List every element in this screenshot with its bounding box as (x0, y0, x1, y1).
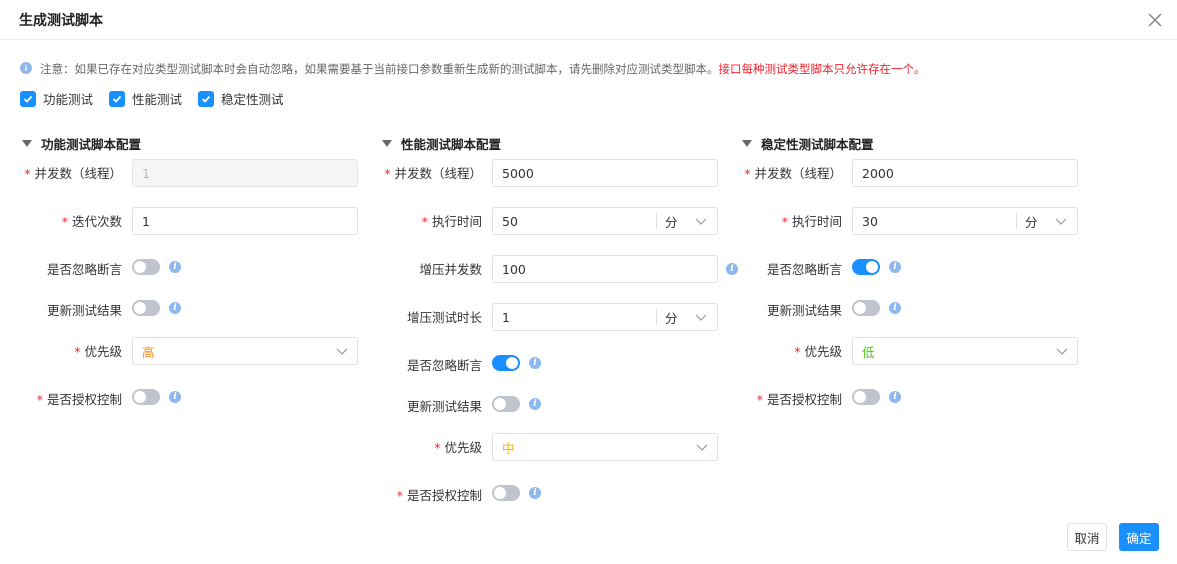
label-iterations: * 迭代次数 (61, 214, 122, 229)
checkbox-checked-icon (198, 90, 215, 107)
help-icon[interactable]: i (169, 302, 181, 314)
test-type-checkboxes: 功能测试 性能测试 稳定性测试 (20, 89, 300, 108)
label-auth: * 是否授权控制 (756, 392, 842, 407)
label-ignore-assert: 是否忽略断言 (766, 262, 842, 277)
func-concurrency-input[interactable]: 1 (132, 159, 358, 187)
perf-duration-input[interactable]: 50 分 (492, 207, 718, 235)
notice-bar: 注意：如果已存在对应类型测试脚本时会自动忽略，如果需要基于当前接口参数重新生成新… (20, 61, 926, 77)
header-divider (0, 39, 1177, 40)
ramp-time-value[interactable]: 1 (493, 310, 656, 325)
help-icon[interactable]: i (889, 302, 901, 314)
checkbox-label: 稳定性测试 (221, 92, 284, 107)
func-priority-select[interactable]: 高 (132, 337, 358, 365)
help-icon[interactable]: i (889, 391, 901, 403)
label-ignore-assert: 是否忽略断言 (46, 262, 122, 277)
help-icon[interactable]: i (529, 357, 541, 369)
help-icon[interactable]: i (889, 261, 901, 273)
label-concurrency: * 并发数（线程） (744, 166, 842, 181)
stab-duration-input[interactable]: 30 分 (852, 207, 1078, 235)
label-priority: * 优先级 (434, 440, 482, 455)
confirm-button[interactable]: 确定 (1119, 523, 1159, 551)
checkbox-label: 功能测试 (43, 92, 94, 107)
stab-ignore-assert-switch[interactable] (852, 259, 880, 275)
func-ignore-assert-switch[interactable] (132, 259, 160, 275)
label-duration: * 执行时间 (421, 214, 482, 229)
perf-ramp-input[interactable]: 100 (492, 255, 718, 283)
label-priority: * 优先级 (794, 344, 842, 359)
label-concurrency: * 并发数（线程） (24, 166, 122, 181)
checkbox-checked-icon (109, 90, 126, 107)
label-priority: * 优先级 (74, 344, 122, 359)
label-update-result: 更新测试结果 (766, 303, 842, 318)
duration-value[interactable]: 50 (493, 214, 656, 229)
stab-priority-select[interactable]: 低 (852, 337, 1078, 365)
duration-unit-select[interactable]: 分 (1017, 212, 1077, 231)
help-icon[interactable]: i (529, 398, 541, 410)
priority-value: 高 (142, 344, 155, 360)
info-icon (20, 61, 32, 77)
unit-label: 分 (665, 310, 678, 326)
label-update-result: 更新测试结果 (406, 399, 482, 414)
help-icon[interactable]: i (169, 261, 181, 273)
chevron-down-icon (696, 440, 708, 455)
cancel-button[interactable]: 取消 (1067, 523, 1107, 551)
notice-text: 注意：如果已存在对应类型测试脚本时会自动忽略，如果需要基于当前接口参数重新生成新… (40, 62, 719, 76)
chevron-down-icon (1055, 214, 1067, 229)
dialog-title: 生成测试脚本 (19, 13, 103, 29)
notice-warning: 接口每种测试类型脚本只允许存在一个。 (718, 62, 926, 76)
label-concurrency: * 并发数（线程） (384, 166, 482, 181)
chevron-down-icon (1056, 344, 1068, 359)
close-icon[interactable] (1145, 10, 1165, 30)
perf-priority-select[interactable]: 中 (492, 433, 718, 461)
perf-auth-switch[interactable] (492, 485, 520, 501)
section-title: 性能测试脚本配置 (401, 137, 502, 152)
section-stability-config[interactable]: 稳定性测试脚本配置 (742, 134, 874, 153)
duration-value[interactable]: 30 (853, 214, 1016, 229)
caret-down-icon (22, 140, 32, 147)
perf-ramp-time-input[interactable]: 1 分 (492, 303, 718, 331)
perf-concurrency-input[interactable]: 5000 (492, 159, 718, 187)
label-ramp-concurrency: 增压并发数 (419, 262, 482, 277)
section-performance-config[interactable]: 性能测试脚本配置 (382, 134, 501, 153)
checkbox-performance-test[interactable]: 性能测试 (109, 89, 182, 108)
func-iterations-input[interactable]: 1 (132, 207, 358, 235)
help-icon[interactable]: i (169, 391, 181, 403)
func-update-result-switch[interactable] (132, 300, 160, 316)
label-auth: * 是否授权控制 (36, 392, 122, 407)
checkbox-checked-icon (20, 90, 36, 107)
caret-down-icon (742, 140, 752, 147)
section-title: 功能测试脚本配置 (41, 137, 142, 152)
perf-update-result-switch[interactable] (492, 396, 520, 412)
stab-auth-switch[interactable] (852, 389, 880, 405)
generate-script-dialog: 生成测试脚本 注意：如果已存在对应类型测试脚本时会自动忽略，如果需要基于当前接口… (0, 0, 1177, 564)
label-ignore-assert: 是否忽略断言 (406, 358, 482, 373)
label-duration: * 执行时间 (781, 214, 842, 229)
checkbox-functional-test[interactable]: 功能测试 (20, 89, 93, 108)
help-icon[interactable]: i (529, 487, 541, 499)
section-functional-config[interactable]: 功能测试脚本配置 (22, 134, 141, 153)
func-auth-switch[interactable] (132, 389, 160, 405)
caret-down-icon (382, 140, 392, 147)
unit-label: 分 (665, 214, 678, 230)
priority-value: 低 (862, 344, 875, 360)
label-update-result: 更新测试结果 (46, 303, 122, 318)
unit-label: 分 (1025, 214, 1038, 230)
label-auth: * 是否授权控制 (396, 488, 482, 503)
stab-concurrency-input[interactable]: 2000 (852, 159, 1078, 187)
priority-value: 中 (502, 440, 515, 456)
perf-ignore-assert-switch[interactable] (492, 355, 520, 371)
checkbox-stability-test[interactable]: 稳定性测试 (198, 89, 284, 108)
section-title: 稳定性测试脚本配置 (761, 137, 874, 152)
stab-update-result-switch[interactable] (852, 300, 880, 316)
checkbox-label: 性能测试 (132, 92, 183, 107)
label-ramp-time: 增压测试时长 (406, 310, 482, 325)
